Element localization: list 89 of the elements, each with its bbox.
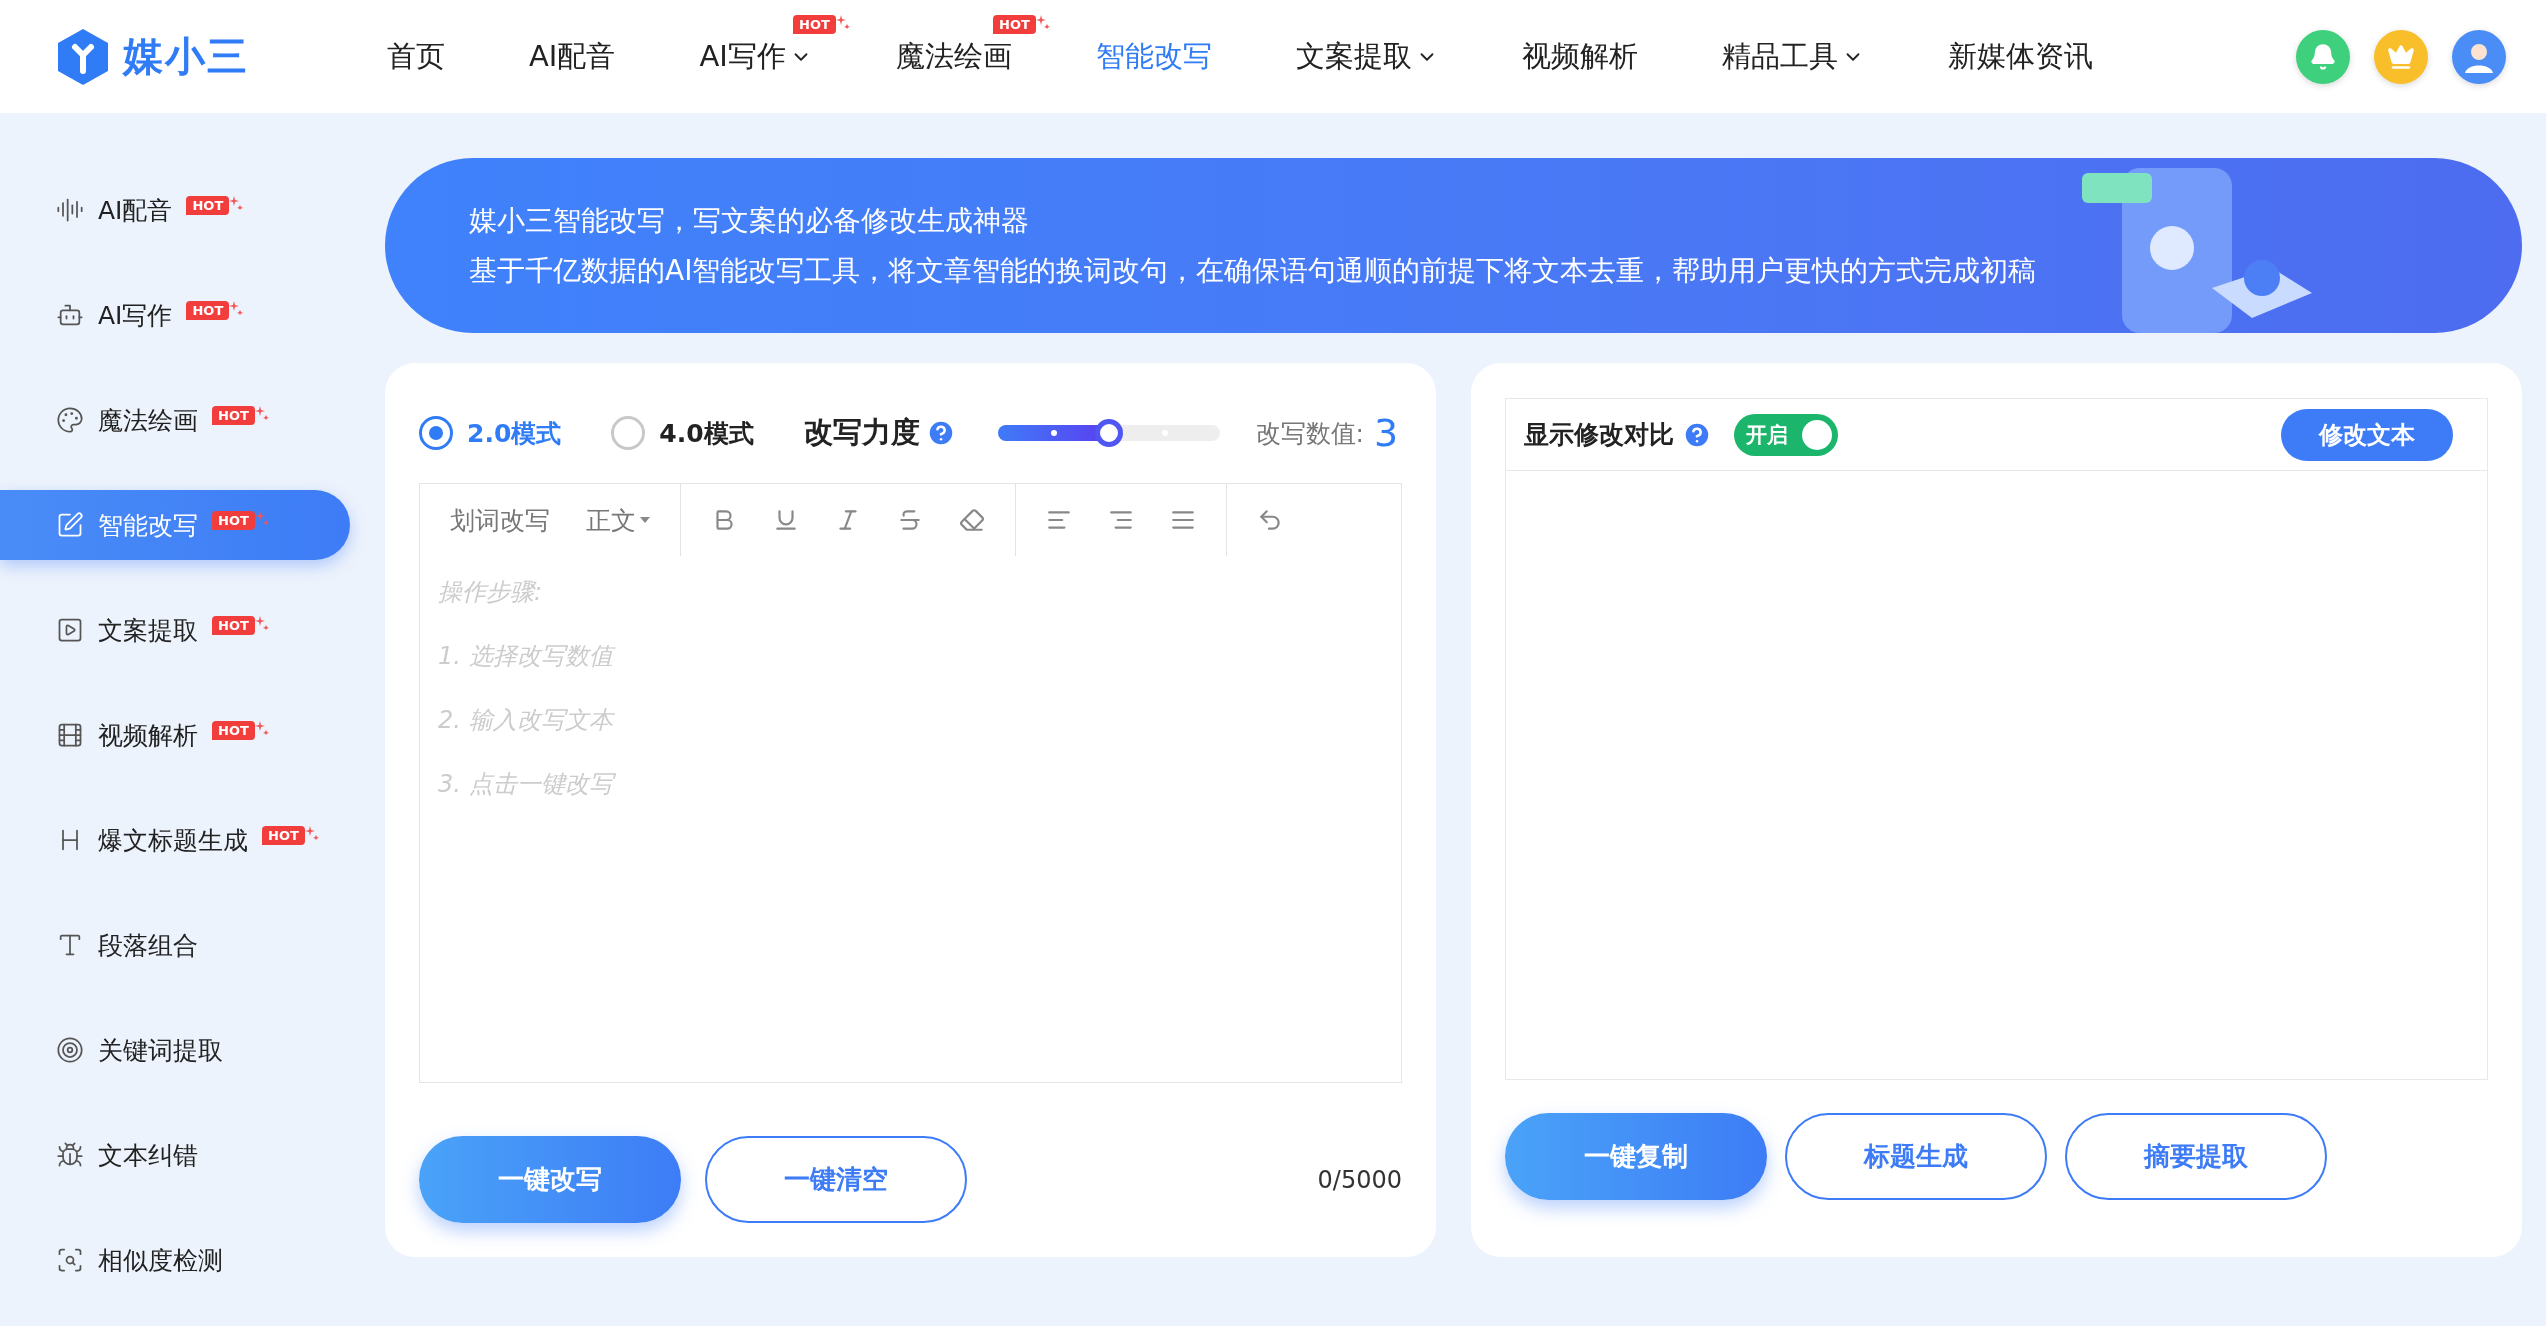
- radio-circle[interactable]: [611, 416, 646, 450]
- sidebar-label: 智能改写: [98, 509, 198, 542]
- action-button[interactable]: 摘要提取: [2065, 1113, 2327, 1200]
- sidebar-item[interactable]: 相似度检测: [0, 1225, 350, 1295]
- sidebar-item[interactable]: 关键词提取: [0, 1015, 350, 1085]
- sidebar-item[interactable]: 文本纠错: [0, 1120, 350, 1190]
- radio-label: 2.0模式: [467, 417, 562, 450]
- sidebar-item[interactable]: 文案提取 HOT: [0, 595, 350, 665]
- nav-link[interactable]: 视频解析: [1479, 36, 1680, 77]
- sidebar-label: 文案提取: [98, 614, 198, 647]
- banner-text: 基于千亿数据的AI智能改写工具，将文章智能的换词改句，在确保语句通顺的前提下将文本去重，帮助用户更快的方式完成初稿: [469, 252, 2037, 289]
- sidebar-item[interactable]: AI配音 HOT: [0, 175, 350, 245]
- hot-badge: HOT: [186, 195, 230, 215]
- sparkle-icon: [1035, 14, 1050, 29]
- sidebar-item[interactable]: 爆文标题生成 HOT: [0, 805, 350, 875]
- hexagon-logo-icon: [55, 26, 111, 87]
- strength-label: 改写力度: [803, 414, 920, 451]
- nav-link[interactable]: 新媒体资讯: [1905, 36, 2135, 77]
- sidebar-label: 相似度检测: [98, 1244, 223, 1277]
- radio-circle[interactable]: [419, 416, 453, 450]
- banner-title: 媒小三智能改写，写文案的必备修改生成神器: [469, 202, 1030, 239]
- target-icon: [56, 1036, 84, 1064]
- hot-badge: HOT: [212, 615, 255, 635]
- sparkle-icon: [229, 300, 244, 315]
- hot-badge: HOT: [212, 510, 255, 530]
- nav-link[interactable]: 精品工具: [1679, 36, 1906, 77]
- sidebar-label: 爆文标题生成: [98, 824, 248, 857]
- sidebar-label: AI写作: [98, 299, 173, 332]
- nav-link[interactable]: AI配音: [487, 36, 658, 77]
- sidebar-item[interactable]: 魔法绘画 HOT: [0, 385, 350, 455]
- edit-text-button[interactable]: 修改文本: [2281, 408, 2453, 461]
- slider-thumb[interactable]: [1094, 419, 1123, 447]
- hot-badge: HOT: [212, 405, 255, 425]
- sparkle-icon: [254, 720, 269, 735]
- hot-badge: HOT: [212, 720, 255, 740]
- sparkle-icon: [254, 510, 269, 525]
- bell-button[interactable]: [2296, 29, 2350, 84]
- style-dropdown[interactable]: 正文: [586, 503, 650, 537]
- undo-icon[interactable]: [1257, 507, 1283, 533]
- nav-link[interactable]: 首页: [345, 36, 487, 77]
- sound-wave-icon: [56, 196, 84, 224]
- sidebar-label: 魔法绘画: [98, 404, 198, 437]
- sidebar-label: 视频解析: [98, 719, 198, 752]
- hot-badge: HOT: [793, 14, 836, 34]
- mode-radio[interactable]: 2.0模式: [419, 416, 562, 450]
- palette-icon: [56, 406, 84, 434]
- bug-icon: [56, 1141, 84, 1169]
- nav-link[interactable]: 魔法绘画: [853, 36, 1054, 77]
- reading-label: 改写数值:: [1255, 417, 1365, 450]
- underline-icon[interactable]: [773, 507, 799, 533]
- compare-label: 显示修改对比: [1524, 419, 1674, 451]
- sidebar-item[interactable]: AI写作 HOT: [0, 280, 350, 350]
- edit-icon: [56, 511, 84, 539]
- sparkle-icon: [304, 825, 319, 840]
- action-button[interactable]: 标题生成: [1785, 1113, 2047, 1200]
- avatar[interactable]: [2452, 29, 2506, 84]
- strikethrough-icon[interactable]: [897, 507, 923, 533]
- search-icon: [56, 1246, 84, 1274]
- radio-label: 4.0模式: [659, 417, 754, 450]
- sidebar-label: 段落组合: [98, 929, 198, 962]
- char-counter: 0/5000: [1317, 1165, 1402, 1194]
- strength-slider[interactable]: [997, 419, 1220, 447]
- hot-badge: HOT: [993, 14, 1036, 34]
- sidebar-label: AI配音: [98, 194, 173, 227]
- sparkle-icon: [254, 615, 269, 630]
- film-icon: [56, 721, 84, 749]
- hot-badge: HOT: [186, 300, 230, 320]
- eraser-icon[interactable]: [959, 507, 985, 533]
- sidebar-item[interactable]: 智能改写 HOT: [0, 490, 350, 560]
- action-button[interactable]: 一键清空: [705, 1136, 967, 1223]
- caret-icon: [640, 517, 650, 523]
- logo-text: 媒小三: [123, 32, 249, 81]
- sidebar-item[interactable]: 段落组合: [0, 910, 350, 980]
- mode-radio[interactable]: 4.0模式: [611, 416, 754, 450]
- sidebar-item[interactable]: 视频解析 HOT: [0, 700, 350, 770]
- nav-link[interactable]: 文案提取: [1253, 36, 1480, 77]
- rewrite-tool[interactable]: 划词改写: [450, 503, 550, 537]
- play-icon: [56, 616, 84, 644]
- sidebar-label: 关键词提取: [98, 1034, 223, 1067]
- sidebar-label: 文本纠错: [98, 1139, 198, 1172]
- nav-link[interactable]: AI写作: [657, 36, 854, 77]
- nav-link[interactable]: 智能改写: [1053, 36, 1254, 77]
- sparkle-icon: [835, 14, 850, 29]
- reading-value: 3: [1374, 411, 1399, 455]
- bell-icon: [2309, 42, 2337, 71]
- hot-badge: HOT: [262, 825, 305, 845]
- crown-icon: [2387, 42, 2415, 71]
- sparkle-icon: [254, 405, 269, 420]
- sparkle-icon: [229, 195, 244, 210]
